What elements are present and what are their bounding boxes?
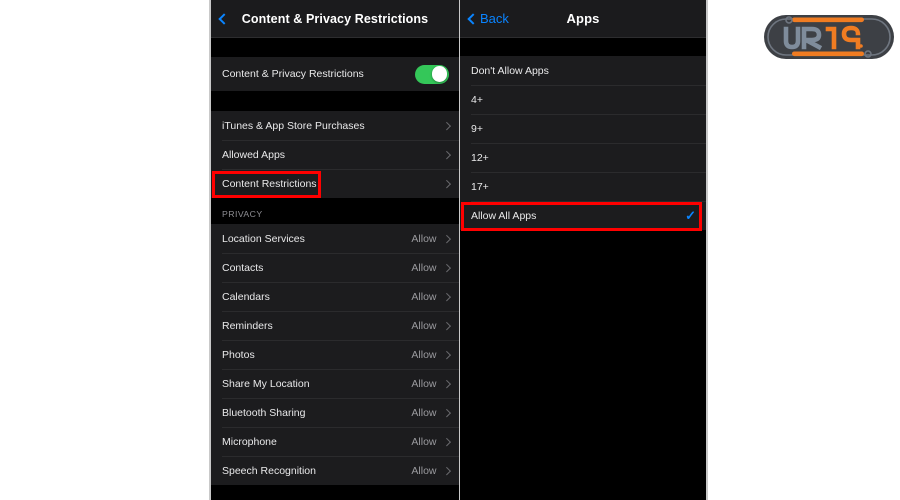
spacer: [211, 38, 459, 57]
row-value: Allow: [411, 291, 436, 303]
row-label: Location Services: [222, 233, 305, 245]
option-9-plus[interactable]: 9+: [460, 114, 706, 143]
row-label: Content Restrictions: [222, 178, 317, 190]
row-accessory: Allow: [411, 436, 449, 448]
option-17-plus[interactable]: 17+: [460, 172, 706, 201]
option-accessory: ✓: [685, 209, 696, 222]
row-label: Microphone: [222, 436, 277, 448]
chevron-right-icon: [442, 438, 450, 446]
row-label: Calendars: [222, 291, 270, 303]
chevron-right-icon: [442, 409, 450, 417]
restrictions-group: iTunes & App Store Purchases Allowed App…: [211, 111, 459, 198]
chevron-right-icon: [442, 467, 450, 475]
row-share-my-location[interactable]: Share My Location Allow: [211, 369, 459, 398]
row-label: Speech Recognition: [222, 465, 316, 477]
row-itunes-app-store-purchases[interactable]: iTunes & App Store Purchases: [211, 111, 459, 140]
row-label: Photos: [222, 349, 255, 361]
row-location-services[interactable]: Location Services Allow: [211, 224, 459, 253]
row-accessory: Allow: [411, 262, 449, 274]
option-4-plus[interactable]: 4+: [460, 85, 706, 114]
option-dont-allow-apps[interactable]: Don't Allow Apps: [460, 56, 706, 85]
right-navbar: Back Apps: [460, 0, 706, 38]
back-button-right[interactable]: Back: [469, 11, 509, 26]
option-label: 12+: [471, 152, 489, 164]
row-label: Contacts: [222, 262, 263, 274]
chevron-right-icon: [442, 351, 450, 359]
content-privacy-restrictions-toggle[interactable]: [415, 65, 449, 84]
row-speech-recognition[interactable]: Speech Recognition Allow: [211, 456, 459, 485]
row-accessory: Allow: [411, 349, 449, 361]
row-accessory: Allow: [411, 378, 449, 390]
option-label: 9+: [471, 123, 483, 135]
row-accessory: Allow: [411, 233, 449, 245]
row-label: Bluetooth Sharing: [222, 407, 305, 419]
page-title-left: Content & Privacy Restrictions: [211, 12, 459, 26]
privacy-group: Location Services Allow Contacts Allow C…: [211, 224, 459, 485]
row-value: Allow: [411, 320, 436, 332]
toggle-group: Content & Privacy Restrictions: [211, 57, 459, 91]
chevron-right-icon: [442, 264, 450, 272]
row-accessory: [415, 65, 449, 84]
right-panel-edge: [706, 0, 708, 500]
row-accessory: [437, 181, 450, 187]
option-label: 17+: [471, 181, 489, 193]
back-label-right: Back: [480, 11, 509, 26]
row-label: Content & Privacy Restrictions: [222, 68, 364, 80]
checkmark-icon: ✓: [685, 209, 696, 222]
row-bluetooth-sharing[interactable]: Bluetooth Sharing Allow: [211, 398, 459, 427]
row-microphone[interactable]: Microphone Allow: [211, 427, 459, 456]
row-accessory: [437, 123, 450, 129]
ur19-logo: [762, 11, 896, 63]
row-accessory: Allow: [411, 291, 449, 303]
row-allowed-apps[interactable]: Allowed Apps: [211, 140, 459, 169]
spacer: [460, 38, 706, 56]
screenshot-root: Content & Privacy Restrictions Content &…: [0, 0, 900, 500]
option-label: 4+: [471, 94, 483, 106]
age-rating-options-group: Don't Allow Apps 4+ 9+ 12+ 17+ Allow All…: [460, 56, 706, 230]
row-photos[interactable]: Photos Allow: [211, 340, 459, 369]
toggle-knob: [432, 66, 448, 82]
right-phone-panel: Back Apps Don't Allow Apps 4+ 9+ 12+ 17+…: [460, 0, 706, 500]
privacy-section-header: PRIVACY: [211, 198, 459, 224]
chevron-left-icon: [218, 13, 229, 24]
option-12-plus[interactable]: 12+: [460, 143, 706, 172]
spacer: [211, 91, 459, 111]
row-reminders[interactable]: Reminders Allow: [211, 311, 459, 340]
row-content-restrictions[interactable]: Content Restrictions: [211, 169, 459, 198]
row-accessory: Allow: [411, 465, 449, 477]
chevron-right-icon: [442, 122, 450, 130]
row-value: Allow: [411, 465, 436, 477]
row-label: Reminders: [222, 320, 273, 332]
row-accessory: Allow: [411, 407, 449, 419]
row-value: Allow: [411, 407, 436, 419]
row-accessory: Allow: [411, 320, 449, 332]
row-label: Share My Location: [222, 378, 310, 390]
left-navbar: Content & Privacy Restrictions: [211, 0, 459, 38]
row-value: Allow: [411, 233, 436, 245]
chevron-right-icon: [442, 151, 450, 159]
row-value: Allow: [411, 349, 436, 361]
row-calendars[interactable]: Calendars Allow: [211, 282, 459, 311]
chevron-right-icon: [442, 380, 450, 388]
row-label: iTunes & App Store Purchases: [222, 120, 365, 132]
row-value: Allow: [411, 262, 436, 274]
back-button-left[interactable]: [220, 15, 231, 23]
option-allow-all-apps[interactable]: Allow All Apps ✓: [460, 201, 706, 230]
row-contacts[interactable]: Contacts Allow: [211, 253, 459, 282]
row-label: Allowed Apps: [222, 149, 285, 161]
row-value: Allow: [411, 378, 436, 390]
chevron-right-icon: [442, 322, 450, 330]
option-label: Don't Allow Apps: [471, 65, 549, 77]
chevron-right-icon: [442, 293, 450, 301]
row-accessory: [437, 152, 450, 158]
chevron-left-icon: [467, 13, 478, 24]
left-phone-panel: Content & Privacy Restrictions Content &…: [211, 0, 459, 500]
row-value: Allow: [411, 436, 436, 448]
chevron-right-icon: [442, 180, 450, 188]
option-label: Allow All Apps: [471, 210, 536, 222]
chevron-right-icon: [442, 235, 450, 243]
row-content-privacy-restrictions[interactable]: Content & Privacy Restrictions: [211, 57, 459, 91]
